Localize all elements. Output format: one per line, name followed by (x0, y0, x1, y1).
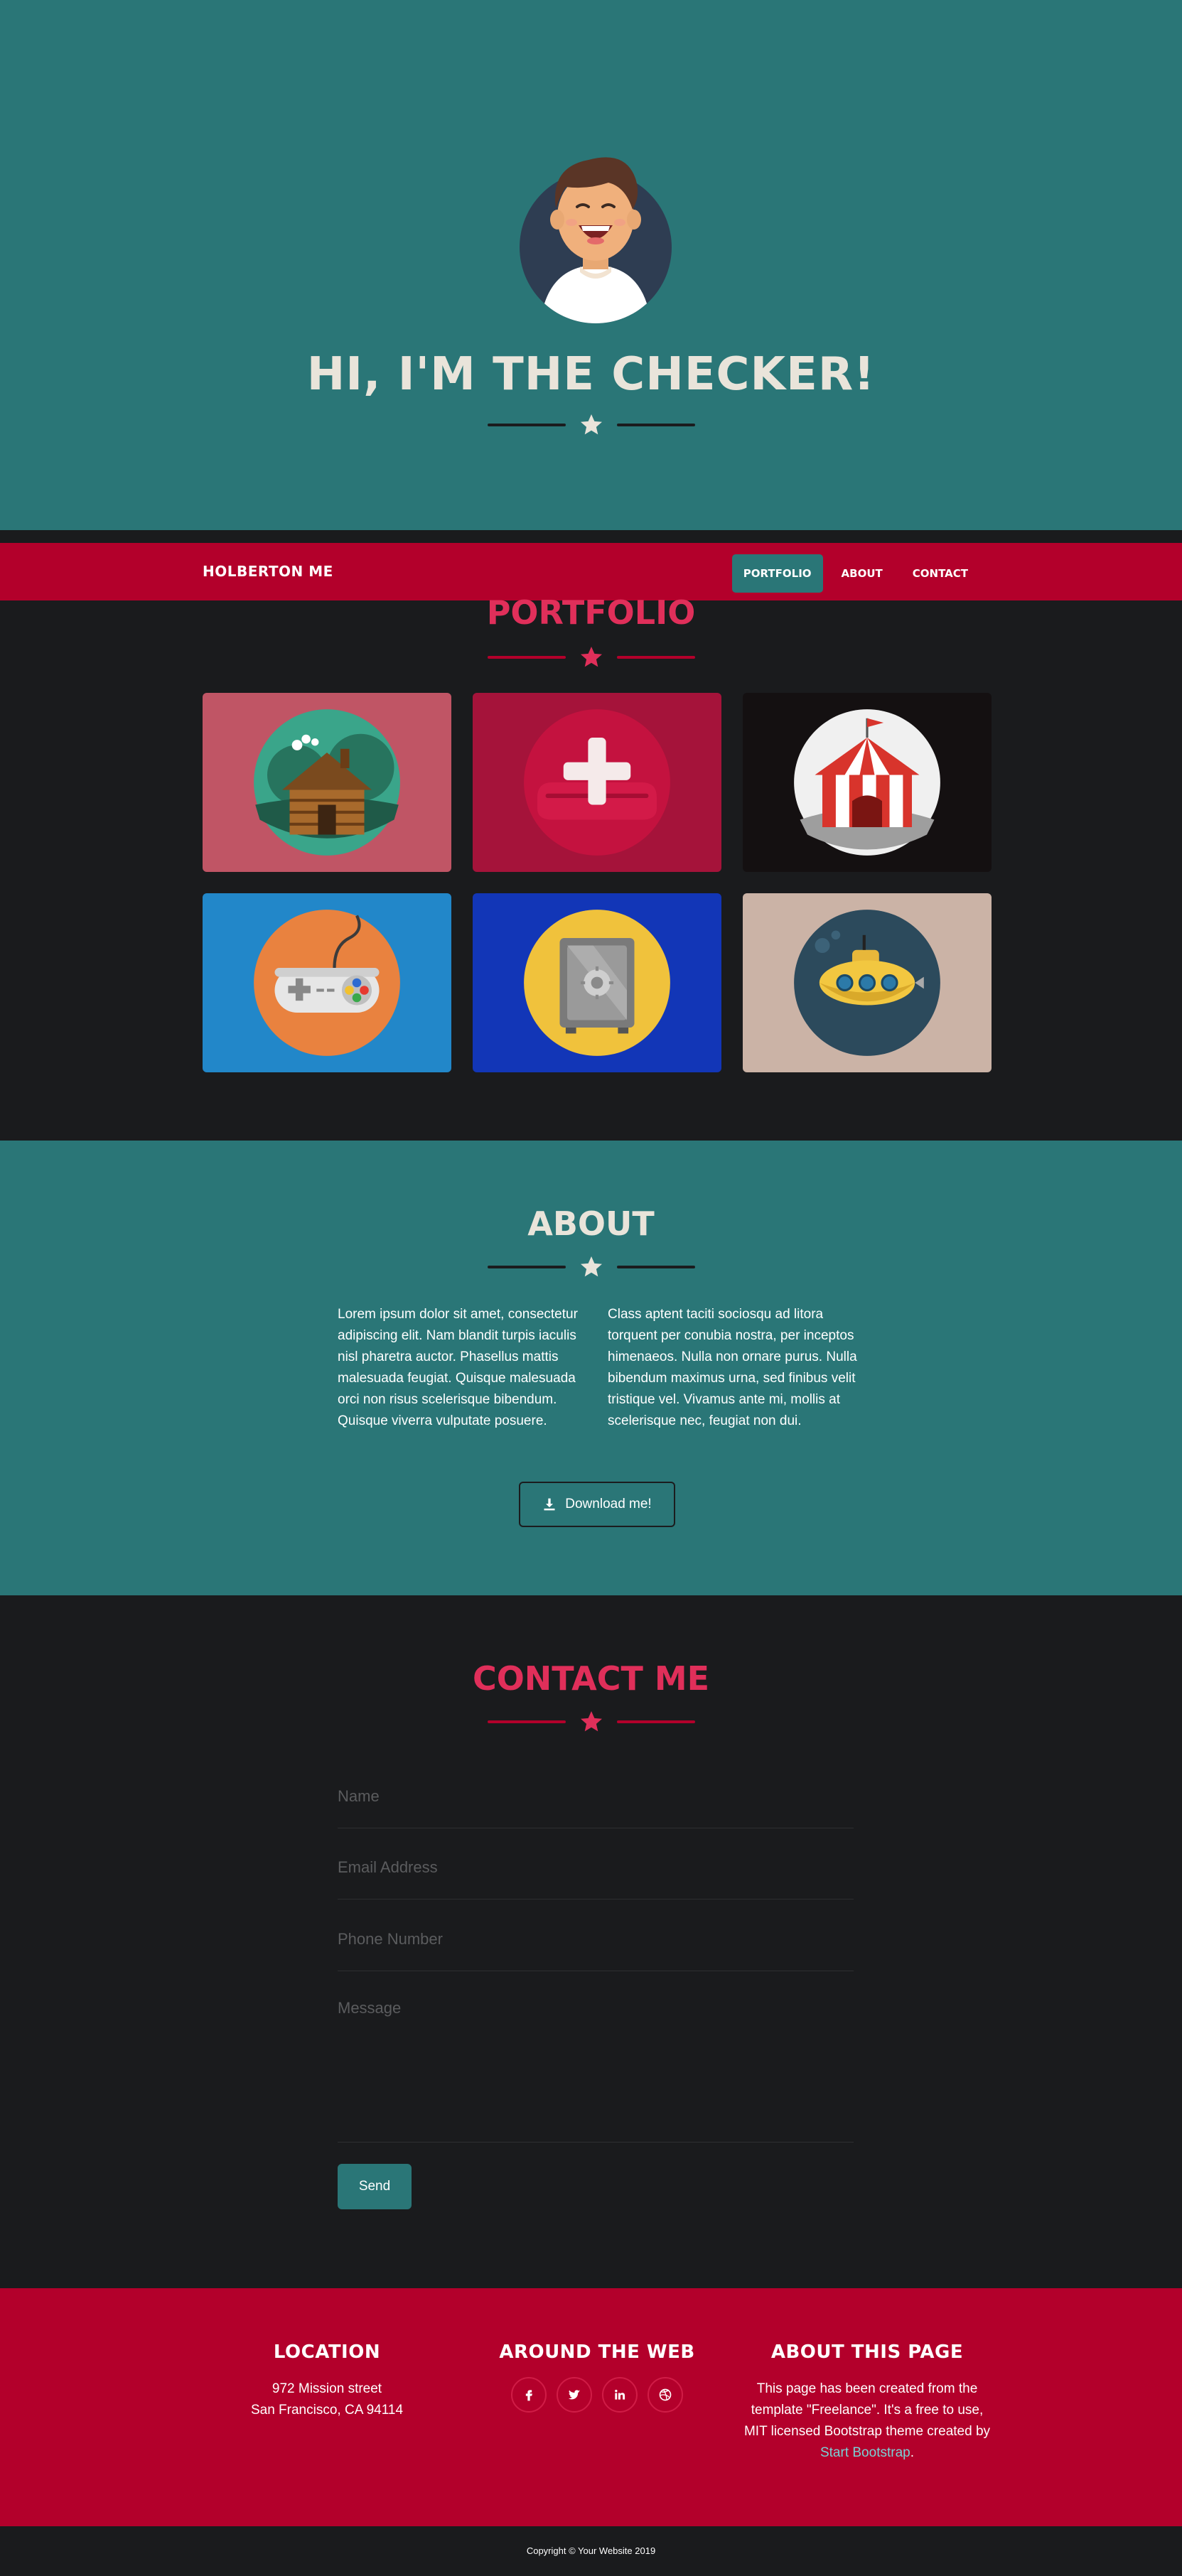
star-icon (580, 1256, 602, 1277)
about-text-left: Lorem ipsum dolor sit amet, consectetur … (338, 1307, 578, 1428)
footer-address: 972 Mission street San Francisco, CA 941… (199, 2378, 455, 2421)
hero-title: HI, I'M THE CHECKER! (306, 348, 876, 401)
star-icon (580, 647, 602, 667)
divider-line (487, 656, 566, 659)
download-icon (544, 1498, 555, 1511)
nav-item-about[interactable]: ABOUT (830, 554, 894, 593)
copyright: Copyright © Your Website 2019 (0, 2526, 1182, 2576)
portfolio-item-submarine[interactable] (743, 893, 992, 1072)
linkedin-button[interactable] (602, 2377, 638, 2413)
dribbble-icon (659, 2388, 672, 2401)
portfolio-item-game[interactable] (203, 893, 451, 1072)
message-field[interactable]: Message (338, 1986, 854, 2143)
download-button[interactable]: Download me! (519, 1482, 675, 1527)
hero-section: HI, I'M THE CHECKER! (0, 0, 1182, 530)
facebook-icon (525, 2390, 532, 2401)
footer-about-text: This page has been created from the temp… (739, 2378, 995, 2464)
dribbble-button[interactable] (648, 2377, 683, 2413)
about-title: ABOUT (527, 1205, 655, 1243)
portfolio-section: PORTFOLIO (0, 593, 1182, 1141)
about-section: ABOUT Lorem ipsum dolor sit amet, consec… (0, 1141, 1182, 1595)
message-placeholder: Message (338, 1999, 402, 2017)
avatar (519, 146, 672, 323)
footer-about-body: This page has been created from the temp… (743, 2381, 991, 2439)
portfolio-item-circus[interactable] (743, 693, 992, 872)
portfolio-grid (203, 693, 992, 1072)
email-placeholder: Email Address (338, 1858, 438, 1876)
circus-icon (794, 709, 940, 856)
social-links (469, 2377, 725, 2413)
footer-web: AROUND THE WEB (469, 2341, 725, 2413)
navbar: HOLBERTON ME PORTFOLIO ABOUT CONTACT (0, 540, 1182, 600)
contact-divider (0, 1709, 1182, 1735)
nav-item-portfolio[interactable]: PORTFOLIO (731, 554, 823, 593)
nav-item-contact[interactable]: CONTACT (901, 554, 979, 593)
nav-menu: PORTFOLIO ABOUT CONTACT (731, 554, 979, 593)
send-button[interactable]: Send (338, 2164, 412, 2209)
footer-location: LOCATION 972 Mission street San Francisc… (199, 2341, 455, 2421)
facebook-button[interactable] (511, 2377, 547, 2413)
cake-icon (524, 709, 670, 856)
footer-about: ABOUT THIS PAGE This page has been creat… (739, 2341, 995, 2464)
divider-line (487, 1266, 566, 1268)
divider-line (616, 1266, 695, 1268)
start-bootstrap-link[interactable]: Start Bootstrap (820, 2445, 910, 2460)
divider-line (487, 1720, 566, 1723)
footer-location-title: LOCATION (273, 2341, 381, 2363)
hero-divider (0, 412, 1182, 438)
download-label: Download me! (565, 1497, 652, 1511)
star-icon (580, 1711, 602, 1732)
footer-web-title: AROUND THE WEB (499, 2341, 695, 2363)
name-field[interactable]: Name (338, 1773, 854, 1828)
footer-about-title: ABOUT THIS PAGE (770, 2341, 964, 2363)
footer-about-suffix: . (910, 2445, 914, 2460)
portfolio-title: PORTFOLIO (486, 593, 696, 632)
address-line1: 972 Mission street (272, 2381, 382, 2396)
phone-placeholder: Phone Number (338, 1930, 443, 1948)
divider-line (487, 424, 566, 426)
navbar-brand[interactable]: HOLBERTON ME (203, 563, 333, 580)
portfolio-item-cake[interactable] (473, 693, 721, 872)
contact-title: CONTACT ME (472, 1659, 710, 1698)
about-text-right: Class aptent taciti sociosqu ad litora t… (608, 1307, 857, 1428)
portfolio-divider (0, 645, 1182, 670)
contact-section: CONTACT ME Name Email Address Phone Numb… (0, 1595, 1182, 2288)
linkedin-icon (615, 2389, 625, 2400)
divider-line (616, 424, 695, 426)
safe-icon (524, 910, 670, 1056)
divider-line (616, 1720, 695, 1723)
twitter-icon (568, 2390, 581, 2400)
game-controller-icon (254, 910, 400, 1056)
address-line2: San Francisco, CA 94114 (250, 2403, 404, 2418)
portfolio-item-safe[interactable] (473, 893, 721, 1072)
portfolio-item-cabin[interactable] (203, 693, 451, 872)
about-divider (0, 1254, 1182, 1280)
name-placeholder: Name (338, 1787, 380, 1805)
star-icon (580, 414, 602, 435)
submarine-icon (794, 910, 940, 1056)
twitter-button[interactable] (557, 2377, 592, 2413)
divider-line (616, 656, 695, 659)
phone-field[interactable]: Phone Number (338, 1916, 854, 1971)
footer: LOCATION 972 Mission street San Francisc… (0, 2288, 1182, 2526)
cabin-icon (254, 709, 400, 856)
email-field[interactable]: Email Address (338, 1844, 854, 1899)
